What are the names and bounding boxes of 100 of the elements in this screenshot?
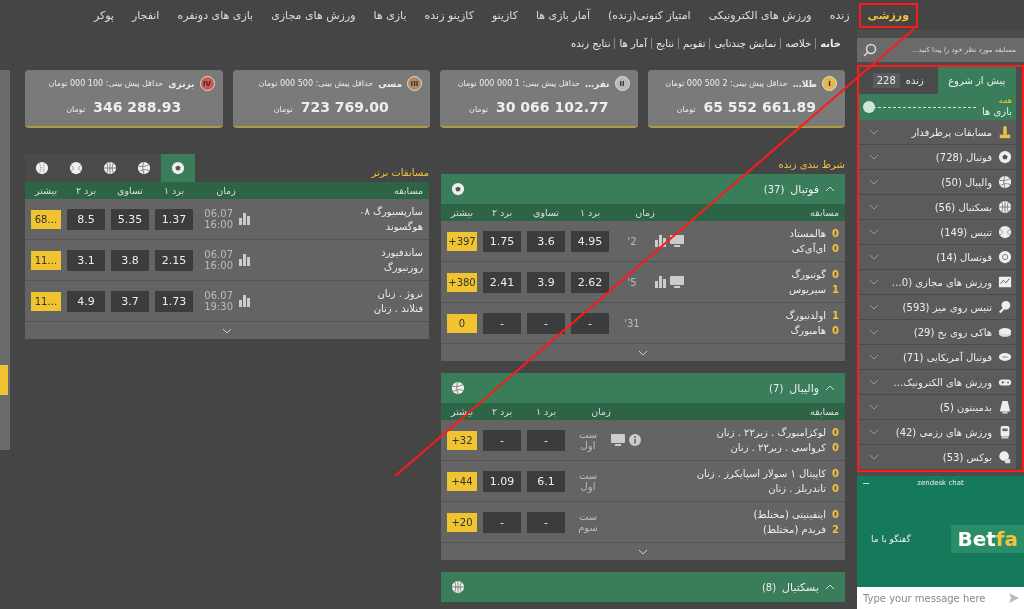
sport-item[interactable]: فوتبال (728) (859, 145, 1016, 170)
odds-button[interactable]: 6.1 (527, 470, 565, 492)
tv-icon[interactable] (611, 434, 625, 446)
slider-thumb[interactable] (863, 101, 875, 113)
breadcrumb-link[interactable]: آمار ها (614, 38, 651, 49)
odds-button[interactable]: 2.41 (483, 271, 521, 293)
more-bets-button[interactable]: 11… (31, 291, 61, 311)
stats-icon[interactable] (239, 295, 250, 307)
stats-icon[interactable] (655, 235, 666, 247)
more-bets-button[interactable]: +44 (447, 471, 477, 491)
odds-button[interactable]: 3.8 (111, 249, 149, 271)
odds-button[interactable]: - (483, 429, 521, 451)
stats-icon[interactable] (239, 213, 250, 225)
sport-item[interactable]: فوتبال آمریکایی (71) (859, 345, 1016, 370)
breadcrumb-link[interactable]: تقویم (678, 38, 710, 49)
sport-item[interactable]: هاکی روی یخ (29) (859, 320, 1016, 345)
odds-button[interactable]: 4.9 (67, 290, 105, 312)
stats-icon[interactable] (239, 254, 250, 266)
nav-link[interactable]: بازی های دونفره (168, 2, 263, 28)
odds-button[interactable]: 2.15 (155, 249, 193, 271)
nav-link[interactable]: زنده (820, 2, 859, 28)
sport-tab[interactable] (25, 154, 59, 182)
sport-item[interactable]: ورزش های رزمی (42) (859, 420, 1016, 445)
odds-button[interactable]: 1.37 (155, 208, 193, 230)
group-title: بسکتبال (782, 580, 819, 594)
range-slider[interactable] (863, 100, 976, 114)
odds-button[interactable]: - (483, 312, 521, 334)
nav-link[interactable]: کازینو (482, 2, 527, 28)
odds-button[interactable]: - (527, 429, 565, 451)
chevron-icon (869, 279, 879, 285)
sport-item[interactable]: بوکس (53) (859, 445, 1016, 470)
shuttlecock-icon (998, 400, 1012, 414)
sport-item[interactable]: تنیس روی میز (593) (859, 295, 1016, 320)
sport-item[interactable]: ورزش های مجازی (0… (859, 270, 1016, 295)
sport-item[interactable]: فوتسال (14) (859, 245, 1016, 270)
odds-button[interactable]: - (571, 312, 609, 334)
score: 0 (832, 468, 839, 479)
sport-tab[interactable]: پیش از شروع (937, 67, 1016, 94)
odds-button[interactable]: 1.09 (483, 470, 521, 492)
sport-tab[interactable] (161, 154, 195, 182)
breadcrumb-link[interactable]: خانه (815, 38, 845, 49)
nav-link[interactable]: پوکر (84, 2, 123, 28)
nav-link[interactable]: ورزشی (858, 2, 918, 28)
nav-link[interactable]: انفجار (122, 2, 169, 28)
odds-button[interactable]: 3.6 (527, 230, 565, 252)
nav-link[interactable]: کازینو زنده (415, 2, 483, 28)
odds-button[interactable]: - (527, 312, 565, 334)
caret-icon (825, 385, 835, 391)
chevron-icon[interactable] (638, 548, 648, 555)
odds-button[interactable]: 5.35 (111, 208, 149, 230)
chevron-icon (869, 229, 879, 235)
more-bets-button[interactable]: +32 (447, 430, 477, 450)
stats-icon[interactable] (655, 276, 666, 288)
minimize-button[interactable]: – (863, 476, 870, 488)
nav-link[interactable]: امتیاز کنونی(زنده) (598, 2, 700, 28)
chevron-icon (869, 429, 879, 435)
more-bets-button[interactable]: 11… (31, 250, 61, 270)
odds-button[interactable]: 2.62 (571, 271, 609, 293)
more-bets-button[interactable]: 68… (31, 209, 61, 229)
caret-icon (825, 186, 835, 192)
sport-item[interactable]: والیبال (50) (859, 170, 1016, 195)
more-bets-button[interactable]: +20 (447, 512, 477, 532)
nav-link[interactable]: ورزش های مجازی (262, 2, 365, 28)
sport-item[interactable]: ورزش های الکترونیک… (859, 370, 1016, 395)
tv-icon[interactable] (670, 235, 684, 247)
odds-button[interactable]: 3.1 (67, 249, 105, 271)
message-box[interactable]: Type your message here (857, 587, 1024, 609)
range-label: بازی ها (982, 105, 1012, 117)
breadcrumb-link[interactable]: نمایش چندتایی (709, 38, 781, 49)
odds-button[interactable]: 3.7 (111, 290, 149, 312)
nav-link[interactable]: ورزش های الکترونیکی (699, 2, 821, 28)
more-bets-button[interactable]: +380 (447, 272, 477, 292)
breadcrumb-link[interactable]: نتایج (650, 38, 679, 49)
tennis-ball-icon (998, 225, 1012, 239)
chevron-icon (869, 154, 879, 160)
chevron-icon[interactable] (222, 327, 232, 334)
chevron-icon[interactable] (638, 349, 648, 356)
soccer-ball-icon (998, 150, 1012, 164)
odds-button[interactable]: - (527, 511, 565, 533)
odds-button[interactable]: 1.73 (155, 290, 193, 312)
odds-button[interactable]: 1.75 (483, 230, 521, 252)
more-bets-button[interactable]: +397 (447, 231, 477, 251)
team-name: ساندفیورد (380, 247, 423, 258)
more-bets-button[interactable]: 0 (447, 313, 477, 333)
sport-item[interactable]: مسابقات پرطرفدار (859, 120, 1016, 145)
breadcrumb-link[interactable]: نتایج زنده (567, 38, 615, 49)
odds-button[interactable]: - (483, 511, 521, 533)
team-name: هامبورگ (790, 325, 827, 336)
sport-tab[interactable] (127, 154, 161, 182)
sport-item[interactable]: بسکتبال (56) (859, 195, 1016, 220)
sport-item[interactable]: تنیس (149) (859, 220, 1016, 245)
breadcrumb-link[interactable]: خلاصه (780, 38, 816, 49)
odds-button[interactable]: 4.95 (571, 230, 609, 252)
nav-link[interactable]: آمار بازی ها (526, 2, 599, 28)
odds-button[interactable]: 3.9 (527, 271, 565, 293)
nav-link[interactable]: بازی ها (364, 2, 416, 28)
tv-icon[interactable] (670, 276, 684, 288)
info-icon[interactable] (629, 434, 641, 446)
sport-item[interactable]: بدمینتون (5) (859, 395, 1016, 420)
odds-button[interactable]: 8.5 (67, 208, 105, 230)
